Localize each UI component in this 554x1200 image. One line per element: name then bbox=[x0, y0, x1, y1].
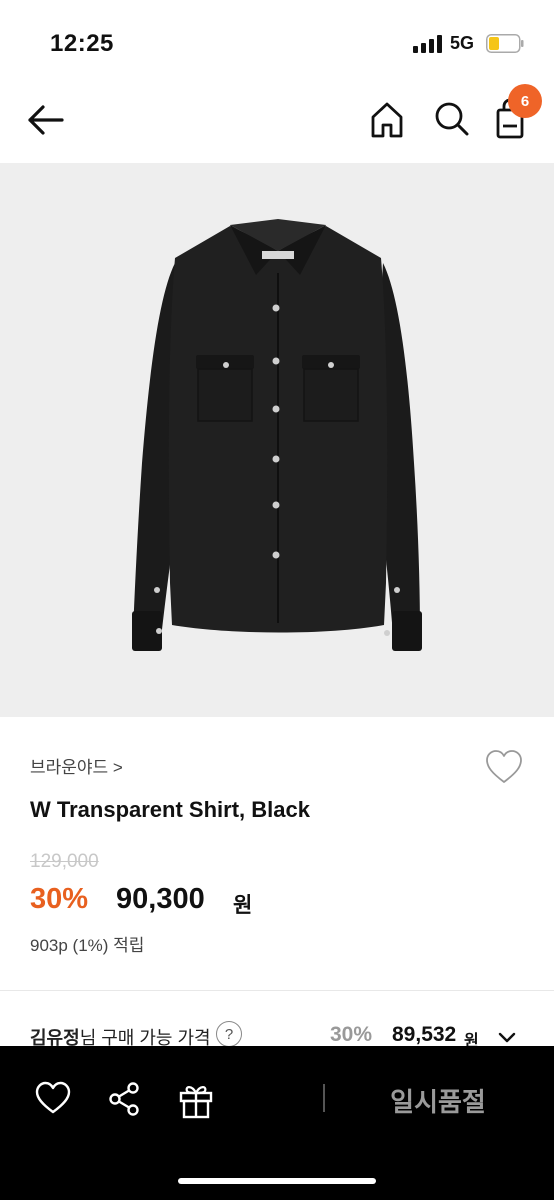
member-name: 김유정 bbox=[30, 1028, 80, 1048]
status-time: 12:25 bbox=[50, 30, 114, 57]
gift-icon[interactable] bbox=[176, 1080, 216, 1120]
bottom-action-bar: 일시품절 bbox=[0, 1046, 554, 1200]
shirt-image bbox=[132, 219, 422, 651]
chevron-down-icon[interactable] bbox=[496, 1026, 518, 1048]
member-discount-rate: 30% bbox=[330, 1023, 373, 1046]
status-bar: 12:25 5G bbox=[0, 0, 554, 88]
help-icon[interactable]: ? bbox=[216, 1021, 242, 1047]
member-price-text: 님 구매 가능 가격 bbox=[79, 1028, 211, 1048]
search-icon[interactable] bbox=[431, 96, 471, 140]
share-icon[interactable] bbox=[106, 1080, 142, 1118]
member-price: 89,532 bbox=[392, 1023, 457, 1046]
original-price: 129,000 bbox=[30, 851, 99, 872]
battery-icon bbox=[486, 34, 524, 53]
home-indicator bbox=[178, 1178, 376, 1184]
member-price-row[interactable]: 김유정님 구매 가능 가격 ? 30% 89,532 원 bbox=[0, 1014, 554, 1050]
product-name: W Transparent Shirt, Black bbox=[30, 797, 310, 822]
bottom-bar-divider bbox=[323, 1084, 325, 1112]
top-nav: 6 bbox=[0, 84, 554, 162]
network-label: 5G bbox=[450, 33, 475, 53]
points-text: 903p (1%) 적립 bbox=[30, 936, 145, 955]
soldout-button[interactable]: 일시품절 bbox=[368, 1082, 508, 1119]
section-divider bbox=[0, 990, 554, 991]
wishlist-heart-icon[interactable] bbox=[34, 1080, 72, 1116]
back-arrow-icon[interactable] bbox=[24, 100, 66, 140]
heart-icon[interactable] bbox=[484, 747, 524, 787]
home-icon[interactable] bbox=[367, 96, 407, 140]
product-image bbox=[0, 163, 554, 717]
currency-label: 원 bbox=[233, 894, 253, 917]
brand-link[interactable]: 브라운야드 > bbox=[30, 753, 123, 778]
sale-price: 90,300 bbox=[116, 883, 205, 915]
signal-icon bbox=[413, 35, 442, 53]
discount-rate: 30% bbox=[30, 883, 89, 915]
cart-count-badge: 6 bbox=[508, 84, 542, 118]
